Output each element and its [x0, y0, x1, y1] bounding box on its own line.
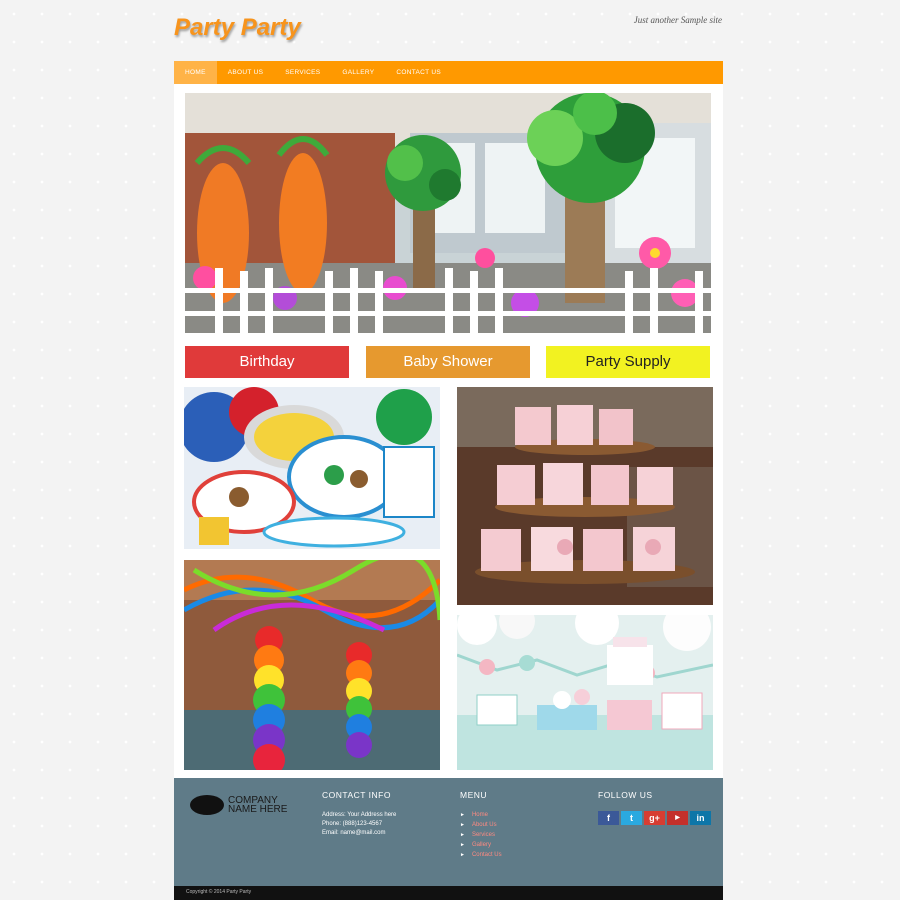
main-nav: HOME ABOUT US SERVICES GALLERY CONTACT U… — [174, 61, 723, 84]
nav-item-contact-us[interactable]: CONTACT US — [385, 61, 452, 84]
bullet-icon: ► — [460, 852, 465, 858]
footer-menu-label: Services — [471, 832, 495, 838]
copyright-text: Copyright © 2014 Party Party — [186, 889, 252, 895]
gallery-image-favor-boxes[interactable] — [457, 387, 713, 605]
copyright-bar: Copyright © 2014 Party Party — [174, 886, 723, 900]
follow-us-section: FOLLOW US f t g+ ▶ in — [598, 790, 723, 825]
bullet-icon: ► — [460, 822, 465, 828]
linkedin-icon[interactable]: in — [690, 811, 711, 825]
contact-info-heading: CONTACT INFO — [322, 790, 391, 800]
footer-menu-heading: MENU — [460, 790, 488, 800]
baby-shower-button[interactable]: Baby Shower — [366, 346, 530, 378]
footer-menu-home[interactable]: ► Home — [460, 812, 580, 818]
footer-menu-contact-us[interactable]: ► Contact Us — [460, 852, 580, 858]
gallery-image-dessert-table[interactable] — [457, 615, 713, 770]
footer-menu-label: Home — [471, 812, 488, 818]
nav-item-services[interactable]: SERVICES — [274, 61, 331, 84]
hero-image-balloon-decor — [185, 93, 711, 333]
contact-address: Address: Your Address here — [322, 812, 397, 818]
nav-item-home[interactable]: HOME — [174, 61, 217, 84]
bullet-icon: ► — [460, 842, 465, 848]
company-block: COMPANY NAME HERE — [190, 795, 298, 815]
facebook-icon[interactable]: f — [598, 811, 619, 825]
party-supply-button[interactable]: Party Supply — [546, 346, 710, 378]
site-logo-title[interactable]: Party Party — [174, 14, 301, 42]
gallery-image-rainbow-balloon-columns[interactable] — [184, 560, 440, 770]
footer-menu-label: About Us — [471, 822, 497, 828]
contact-info-section: CONTACT INFO Address: Your Address here … — [322, 790, 452, 839]
bullet-icon: ► — [460, 812, 465, 818]
footer-menu-label: Gallery — [471, 842, 491, 848]
content-panel: Birthday Baby Shower Party Supply — [174, 84, 723, 778]
contact-email: Email: name@mail.com — [322, 830, 386, 836]
social-icons: f t g+ ▶ in — [598, 811, 723, 825]
nav-item-gallery[interactable]: GALLERY — [331, 61, 385, 84]
gallery-image-party-tableware[interactable] — [184, 387, 440, 549]
footer-menu-services[interactable]: ► Services — [460, 832, 580, 838]
nav-item-about-us[interactable]: ABOUT US — [217, 61, 275, 84]
page-wrapper: Party Party Just another Sample site HOM… — [174, 0, 723, 900]
footer-menu-label: Contact Us — [471, 852, 502, 858]
site-tagline: Just another Sample site — [633, 15, 722, 25]
company-name: COMPANY NAME HERE — [228, 795, 288, 815]
footer-menu-about-us[interactable]: ► About Us — [460, 822, 580, 828]
follow-us-heading: FOLLOW US — [598, 790, 653, 800]
site-footer: COMPANY NAME HERE CONTACT INFO Address: … — [174, 778, 723, 886]
youtube-icon[interactable]: ▶ — [667, 811, 688, 825]
contact-phone: Phone: (888)123-4567 — [322, 821, 383, 827]
google-plus-icon[interactable]: g+ — [644, 811, 665, 825]
twitter-icon[interactable]: t — [621, 811, 642, 825]
footer-menu-gallery[interactable]: ► Gallery — [460, 842, 580, 848]
bullet-icon: ► — [460, 832, 465, 838]
birthday-button[interactable]: Birthday — [185, 346, 349, 378]
company-logo-icon — [190, 795, 224, 815]
footer-menu-section: MENU ► Home ► About Us ► Services ► Gallery … — [460, 790, 580, 862]
